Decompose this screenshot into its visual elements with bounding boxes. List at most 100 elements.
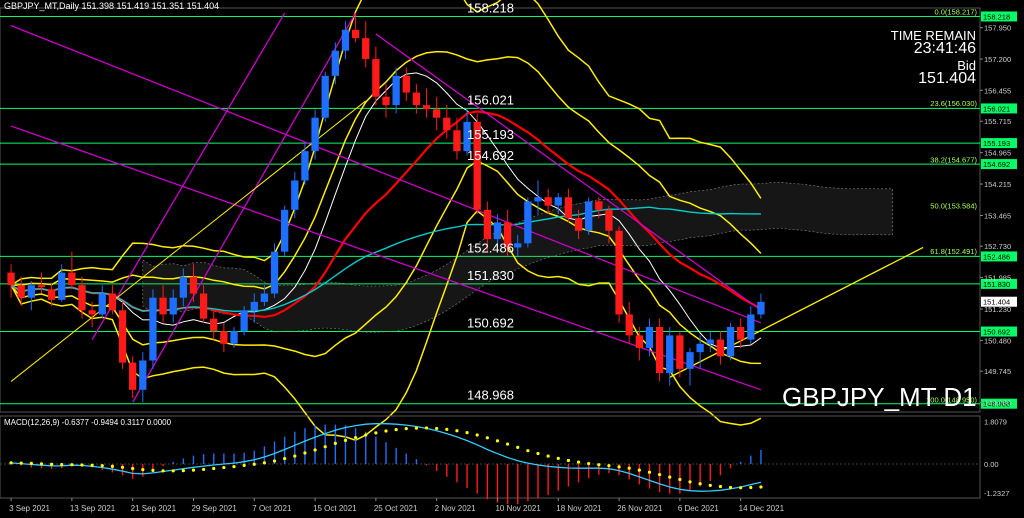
macd-signal-dot-38 <box>394 427 398 432</box>
candle-body-32 <box>331 50 339 76</box>
fib-label-4: 61.8(152.491) <box>930 247 977 256</box>
candle-body-1 <box>17 285 25 298</box>
x-tick-label-3: 29 Sep 2021 <box>191 504 237 513</box>
macd-signal-dot-40 <box>414 426 418 430</box>
x-tick-label-6: 25 Oct 2021 <box>374 504 418 513</box>
candle-body-47 <box>483 209 491 240</box>
candle-body-31 <box>321 75 329 118</box>
channel-down-inner <box>375 33 762 311</box>
candle-body-10 <box>108 293 117 311</box>
macd-signal-dot-46 <box>475 433 479 437</box>
macd-signal-dot-73 <box>749 485 753 490</box>
x-tick-label-2: 21 Sep 2021 <box>131 504 177 513</box>
macd-signal-dot-63 <box>647 470 652 474</box>
x-tick-label-12: 14 Dec 2021 <box>739 504 785 513</box>
level-axis-label-6: 150.692 <box>983 328 1010 337</box>
macd-signal-dot-21 <box>222 465 226 470</box>
macd-signal-dot-53 <box>546 454 550 458</box>
y-tick-label-4: 154.965 <box>984 149 1011 158</box>
candle-body-66 <box>676 335 684 369</box>
macd-signal-dot-1 <box>19 461 23 465</box>
candle-body-58 <box>595 201 603 210</box>
y-tick-label-0: 157.950 <box>984 24 1011 33</box>
candle-body-25 <box>260 293 269 302</box>
level-axis-label-0: 158.218 <box>983 12 1010 21</box>
macd-signal-dot-54 <box>556 456 560 461</box>
candle-body-16 <box>169 297 177 315</box>
macd-signal-dot-58 <box>597 463 601 467</box>
level-label-6: 150.692 <box>467 316 514 331</box>
candle-body-40 <box>412 92 421 106</box>
candle-body-17 <box>179 276 187 298</box>
candle-body-53 <box>544 197 552 206</box>
candle-body-28 <box>291 180 299 210</box>
level-label-0: 158.218 <box>467 0 514 15</box>
x-tick-label-1: 13 Sep 2021 <box>70 504 116 513</box>
macd-signal-dot-31 <box>323 445 327 449</box>
macd-signal-dot-50 <box>516 445 520 449</box>
price-axis-layer: 158.218156.021155.193154.692152.486151.8… <box>980 11 1017 409</box>
candle-body-39 <box>402 75 410 93</box>
macd-signal-dot-32 <box>333 441 337 446</box>
candle-body-55 <box>564 197 573 219</box>
candle-body-36 <box>372 59 380 97</box>
macd-signal-dot-47 <box>485 436 489 440</box>
candle-body-72 <box>737 327 745 340</box>
level-axis-label-1: 156.021 <box>983 104 1010 113</box>
macd-signal-dot-59 <box>607 464 611 468</box>
macd-signal-dot-57 <box>587 461 591 466</box>
candle-body-18 <box>189 276 198 294</box>
x-tick-label-9: 18 Nov 2021 <box>556 504 602 513</box>
macd-signal-dot-3 <box>39 462 44 466</box>
last-price-label: 151.404 <box>983 298 1010 307</box>
macd-signal-dot-8 <box>90 463 94 467</box>
macd-signal-dot-41 <box>424 426 429 430</box>
macd-y-tick-2: -1.2327 <box>984 489 1009 498</box>
x-tick-label-7: 2 Nov 2021 <box>435 504 476 513</box>
candle-body-64 <box>655 327 664 374</box>
macd-signal-dot-29 <box>303 451 307 455</box>
candle-body-74 <box>757 301 765 315</box>
macd-signal-dot-74 <box>759 485 763 489</box>
candle-body-70 <box>716 339 725 357</box>
candle-body-3 <box>37 285 46 288</box>
candle-body-19 <box>199 293 208 319</box>
x-tick-label-0: 3 Sep 2021 <box>9 504 50 513</box>
macd-signal-dot-68 <box>698 482 702 486</box>
macd-signal-dot-25 <box>262 461 266 465</box>
candle-body-34 <box>351 29 360 39</box>
candle-body-2 <box>27 285 35 298</box>
macd-signal-dot-0 <box>9 461 13 465</box>
candle-body-57 <box>585 201 593 231</box>
candle-body-43 <box>443 117 451 131</box>
candle-body-60 <box>615 230 623 315</box>
macd-signal-dot-9 <box>100 464 104 468</box>
candle-body-29 <box>301 151 309 181</box>
fib-label-2: 38.2(154.677) <box>930 156 977 165</box>
macd-signal-dot-36 <box>374 431 378 435</box>
candle-body-62 <box>635 335 643 348</box>
level-label-5: 151.830 <box>467 268 514 283</box>
macd-signal-dot-27 <box>283 457 287 461</box>
macd-y-tick-1: 0.00 <box>984 460 999 469</box>
macd-signal-dot-60 <box>617 465 621 469</box>
macd-signal-dot-64 <box>658 472 662 477</box>
macd-signal-dot-34 <box>354 435 358 440</box>
candle-body-65 <box>666 335 674 374</box>
macd-signal-dot-71 <box>728 485 733 490</box>
macd-signal-dot-12 <box>131 466 135 471</box>
candle-body-68 <box>696 343 704 353</box>
macd-signal-dot-4 <box>50 462 54 466</box>
level-axis-label-4: 152.486 <box>983 252 1010 261</box>
macd-signal-dot-24 <box>252 462 256 466</box>
candle-body-7 <box>78 285 86 311</box>
macd-signal-dot-30 <box>313 448 317 452</box>
candle-body-33 <box>341 29 350 51</box>
candle-body-52 <box>534 197 542 202</box>
x-tick-label-4: 7 Oct 2021 <box>252 504 292 513</box>
macd-pane-frame <box>0 415 981 499</box>
candle-body-37 <box>382 96 390 106</box>
macd-signal-dot-44 <box>455 429 459 433</box>
candle-body-50 <box>514 243 522 248</box>
y-tick-label-1: 157.200 <box>984 55 1011 64</box>
